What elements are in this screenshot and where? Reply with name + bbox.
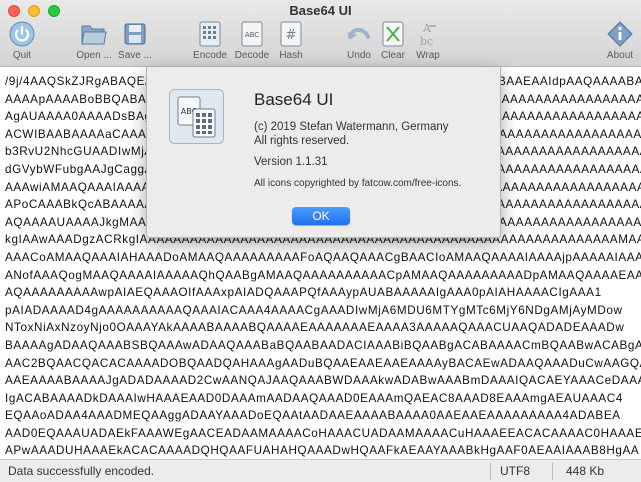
hash-button[interactable]: # Hash: [269, 20, 313, 61]
undo-label: Undo: [347, 50, 371, 61]
quit-button[interactable]: Quit: [0, 20, 44, 61]
app-window: Base64 UI Quit Open ... Save ... Encode: [0, 0, 641, 482]
titlebar-toolbar: Base64 UI Quit Open ... Save ... Encode: [0, 0, 641, 67]
window-title: Base64 UI: [289, 3, 352, 18]
open-button[interactable]: Open ...: [72, 20, 116, 61]
editor-line: AQAAAAAAAAAwpAIAEQAAAOIfAAAxpAIADQAAAPQf…: [5, 286, 602, 300]
status-divider: [552, 463, 553, 480]
clear-label: Clear: [381, 50, 405, 61]
decode-abc-icon: ABC: [238, 20, 266, 48]
open-label: Open ...: [76, 50, 112, 61]
editor-line: BAAAAgADAAQAAABSBQAAAwADAAQAAABaBQAABAAD…: [5, 338, 641, 352]
ok-button[interactable]: OK: [292, 207, 350, 225]
status-message: Data successfully encoded.: [8, 464, 155, 478]
about-dialog: ABC Base64 UI (c) 2019 Stefan Watermann,…: [146, 67, 501, 238]
status-bar: Data successfully encoded. UTF8 448 Kb: [0, 459, 641, 482]
encode-button[interactable]: Encode: [188, 20, 232, 61]
size-indicator: 448 Kb: [566, 464, 605, 478]
undo-arrow-icon: [345, 20, 373, 48]
folder-icon: [80, 20, 108, 48]
dialog-copyright: (c) 2019 Stefan Watermann, Germany: [254, 121, 449, 133]
quit-label: Quit: [12, 50, 32, 61]
status-divider: [490, 463, 491, 480]
wrap-button[interactable]: Abc Wrap: [406, 20, 450, 61]
wrap-text-icon: Abc: [414, 20, 442, 48]
editor-line: APwAAADUHAAAEkACACAAAADQHQAAFUAHAHQAAADw…: [5, 444, 640, 458]
svg-text:#: #: [286, 28, 297, 43]
encode-grid-icon: [196, 20, 224, 48]
editor-line: AAD0EQAAAUADAEkFAAAWEgAACEADAAMAAAACoHAA…: [5, 426, 641, 440]
encoding-indicator: UTF8: [500, 464, 530, 478]
editor-line: AAACoAMAAQAAAIAHAAADoAMAAQAAAAAAAAAFoAQA…: [5, 250, 641, 264]
encode-label: Encode: [193, 50, 227, 61]
editor-line: AAEAAAABAAAAJgADADAAAAD2CwAANQAJAAQAAABW…: [5, 374, 641, 388]
editor-line: pAIADAAAAD4gAAAAAAAAAAQAAAIACAAA4AAAACgA…: [5, 303, 623, 317]
save-label: Save ...: [118, 50, 152, 61]
info-icon: [606, 20, 634, 48]
svg-text:ABC: ABC: [245, 31, 259, 39]
hash-icon: #: [277, 20, 305, 48]
clear-document-icon: [379, 20, 407, 48]
dialog-version: Version 1.1.31: [254, 156, 328, 168]
wrap-label: Wrap: [416, 50, 440, 61]
about-label: About: [606, 50, 634, 61]
app-icon: ABC: [169, 89, 224, 144]
save-button[interactable]: Save ...: [113, 20, 157, 61]
editor-line: EQAAoADAA4AAADMEQAAggADAAYAAADoEQAAtAADA…: [5, 409, 621, 423]
editor-line: NToxNiAxNzoyNjo0OAAAYAkAAAABAAAABQAAAAEA…: [5, 321, 625, 335]
dialog-rights: All rights reserved.: [254, 135, 350, 147]
dialog-icons-credit: All icons copyrighted by fatcow.com/free…: [254, 178, 462, 189]
editor-line: AAC2BQAACQACACAAAADOBQAADQAHAAAgAADuBQAA…: [5, 356, 641, 370]
editor-line: ANofAAAQogMAAQAAAAIAAAAAQhQAABgAMAAQAAAA…: [5, 268, 641, 282]
decode-label: Decode: [234, 50, 270, 61]
decode-button[interactable]: ABC Decode: [230, 20, 274, 61]
floppy-disk-icon: [121, 20, 149, 48]
dialog-title: Base64 UI: [254, 90, 334, 109]
editor-line: IgACABAAAADkDAAAIwHAAAEAAD0DAAAmAADAAQAA…: [5, 391, 623, 405]
hash-label: Hash: [279, 50, 303, 61]
power-icon: [8, 20, 36, 48]
about-button[interactable]: About: [598, 20, 641, 61]
svg-text:bc: bc: [420, 35, 433, 48]
svg-text:A: A: [422, 22, 432, 35]
